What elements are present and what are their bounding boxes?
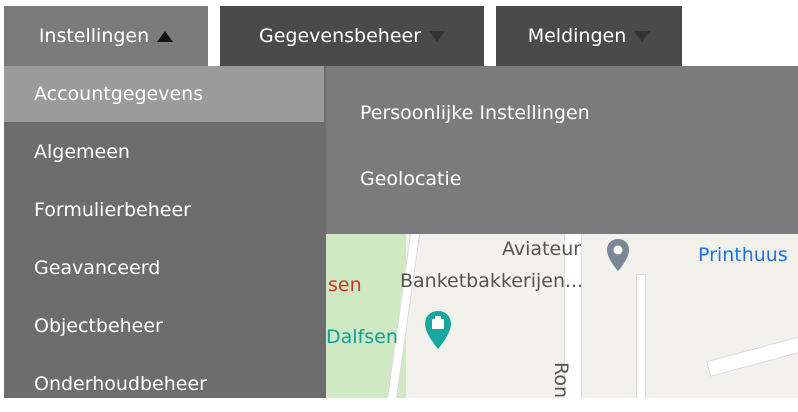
menu-item-label: Geavanceerd	[34, 257, 161, 279]
tab-label: Gegevensbeheer	[258, 25, 422, 47]
menu-item-onderhoudbeheer[interactable]: Onderhoudbeheer	[4, 356, 326, 412]
map-label-aviateur: Aviateur	[502, 238, 582, 260]
menu-item-algemeen[interactable]: Algemeen	[4, 124, 326, 180]
menu-item-label: Accountgegevens	[34, 83, 204, 105]
map-road	[706, 327, 798, 377]
menu-item-formulierbeheer[interactable]: Formulierbeheer	[4, 182, 326, 238]
menu-item-objectbeheer[interactable]: Objectbeheer	[4, 298, 326, 354]
menu-item-accountgegevens[interactable]: Accountgegevens	[4, 66, 324, 122]
submenu-item-geolocatie[interactable]: Geolocatie	[360, 168, 461, 190]
submenu-accountgegevens: Persoonlijke Instellingen Geolocatie	[326, 66, 798, 234]
map-view[interactable]: Aviateur Printhuus sen Banketbakkerijen.…	[326, 234, 798, 398]
top-navigation: Instellingen Gegevensbeheer Meldingen	[0, 0, 798, 66]
tab-meldingen[interactable]: Meldingen	[496, 6, 682, 66]
settings-menu: Accountgegevens Algemeen Formulierbeheer…	[4, 66, 326, 398]
map-road	[636, 274, 646, 398]
down-arrow-icon	[429, 30, 446, 42]
tab-instellingen[interactable]: Instellingen	[4, 6, 208, 66]
map-label-banketbakkerijen: Banketbakkerijen...	[400, 270, 584, 292]
menu-item-label: Formulierbeheer	[34, 199, 191, 221]
up-arrow-icon	[157, 30, 174, 42]
down-arrow-icon	[634, 30, 651, 42]
attraction-pin-icon	[425, 311, 451, 349]
map-label-ron: Ron	[550, 362, 572, 398]
submenu-item-label: Geolocatie	[360, 168, 462, 190]
tab-gegevensbeheer[interactable]: Gegevensbeheer	[220, 6, 484, 66]
submenu-item-persoonlijke-instellingen[interactable]: Persoonlijke Instellingen	[360, 102, 590, 124]
tab-label: Meldingen	[527, 25, 627, 47]
menu-item-label: Onderhoudbeheer	[34, 373, 207, 395]
menu-item-label: Algemeen	[34, 141, 130, 163]
submenu-item-label: Persoonlijke Instellingen	[360, 102, 590, 124]
tab-label: Instellingen	[38, 25, 150, 47]
map-label-printhuus: Printhuus	[698, 244, 788, 266]
map-label-sen: sen	[328, 274, 362, 296]
menu-item-label: Objectbeheer	[34, 315, 163, 337]
map-label-dalfsen: Dalfsen	[326, 326, 398, 348]
map-pin-icon	[607, 239, 629, 271]
menu-item-geavanceerd[interactable]: Geavanceerd	[4, 240, 326, 296]
